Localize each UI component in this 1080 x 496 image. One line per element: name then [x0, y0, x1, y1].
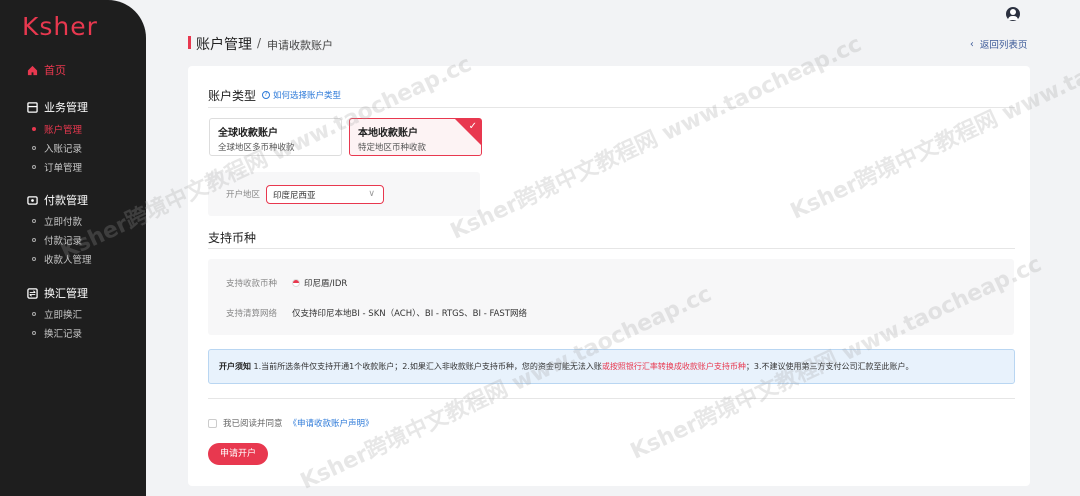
divider — [208, 107, 1015, 108]
breadcrumb-current: 申请收款账户 — [267, 39, 333, 52]
currency-value-text: 印尼盾/IDR — [304, 279, 348, 289]
indonesia-flag-icon — [292, 279, 300, 287]
sidebar-item-label: 首页 — [44, 64, 66, 77]
network-value: 仅支持印尼本地BI - SKN（ACH）、BI - RTGS、BI - FAST… — [292, 309, 527, 319]
divider — [208, 248, 1015, 249]
bullet-icon — [32, 127, 36, 131]
question-icon: ? — [262, 91, 270, 99]
option-name: 全球收款账户 — [218, 128, 278, 139]
sidebar-item-label: 订单管理 — [44, 163, 83, 174]
sidebar-item-payment-records[interactable]: 付款记录 — [32, 233, 82, 247]
sidebar-item-order-management[interactable]: 订单管理 — [32, 160, 82, 174]
notice-title: 开户须知 — [219, 362, 251, 371]
sidebar-item-label: 付款记录 — [44, 236, 83, 247]
account-type-title: 账户类型 — [208, 89, 257, 103]
currency-panel — [208, 259, 1014, 335]
chevron-left-icon: ‹ — [970, 38, 974, 50]
account-type-local-option[interactable]: 本地收款账户 特定地区币种收款 ✓ — [349, 118, 482, 156]
sidebar-item-payee-management[interactable]: 收款人管理 — [32, 252, 92, 266]
sidebar-item-label: 立即换汇 — [44, 310, 83, 321]
grid-icon — [27, 101, 38, 113]
region-label: 开户地区 — [226, 190, 261, 200]
bullet-icon — [32, 238, 36, 242]
bullet-icon — [32, 257, 36, 261]
network-label: 支持清算网络 — [226, 309, 278, 319]
agreement-checkbox[interactable] — [208, 418, 217, 428]
chevron-down-icon: ∨ — [368, 189, 375, 199]
back-to-list-link[interactable]: ‹ 返回列表页 — [970, 37, 1028, 52]
sidebar-item-deposit-records[interactable]: 入账记录 — [32, 141, 82, 155]
sidebar-item-exchange-records[interactable]: 换汇记录 — [32, 326, 82, 340]
breadcrumb-separator: / — [257, 36, 262, 50]
currency-title: 支持币种 — [208, 231, 257, 245]
option-desc: 全球地区多币种收款 — [218, 143, 295, 153]
sidebar-item-home[interactable]: 首页 — [27, 62, 66, 78]
sidebar-item-label: 账户管理 — [44, 125, 83, 136]
agreement-link[interactable]: 《申请收款账户声明》 — [289, 417, 374, 429]
sidebar-group-label: 换汇管理 — [44, 287, 88, 300]
notice-warning: 或按照银行汇率转换成收款账户支持币种 — [601, 362, 746, 371]
notice-text-2: ；3.不建议使用第三方支付公司汇款至此账户。 — [745, 362, 914, 371]
sidebar-group-payment[interactable]: 付款管理 — [27, 192, 88, 208]
agreement-row: 我已阅读并同意 《申请收款账户声明》 — [208, 417, 374, 429]
agreement-text: 我已阅读并同意 — [223, 419, 283, 429]
home-icon — [27, 65, 38, 75]
exchange-icon — [27, 287, 38, 299]
bullet-icon — [32, 331, 36, 335]
sidebar-group-label: 付款管理 — [44, 194, 88, 207]
sidebar-item-label: 立即付款 — [44, 217, 83, 228]
bullet-icon — [32, 312, 36, 316]
account-notice: 开户须知 1.当前所选条件仅支持开通1个收款账户；2.如果汇入非收款账户支持币种… — [208, 349, 1015, 384]
bullet-icon — [32, 165, 36, 169]
sidebar-item-label: 入账记录 — [44, 144, 83, 155]
sidebar-item-label: 换汇记录 — [44, 329, 83, 340]
help-link-label: 如何选择账户类型 — [273, 91, 342, 101]
account-type-global-option[interactable]: 全球收款账户 全球地区多币种收款 — [209, 118, 342, 156]
region-select[interactable]: 印度尼西亚 ∨ — [266, 185, 384, 204]
bullet-icon — [32, 219, 36, 223]
brand-logo[interactable]: Ksher — [22, 12, 98, 41]
account-type-help-link[interactable]: ? 如何选择账户类型 — [262, 89, 341, 101]
wallet-icon — [27, 195, 38, 205]
sidebar-item-account-management[interactable]: 账户管理 — [32, 122, 82, 136]
page-title: 账户管理 — [196, 37, 252, 53]
currency-label: 支持收款币种 — [226, 279, 278, 289]
check-icon: ✓ — [468, 121, 477, 132]
sidebar-group-label: 业务管理 — [44, 101, 88, 114]
sidebar-item-pay-now[interactable]: 立即付款 — [32, 214, 82, 228]
sidebar-item-exchange-now[interactable]: 立即换汇 — [32, 307, 82, 321]
notice-text-1: 1.当前所选条件仅支持开通1个收款账户；2.如果汇入非收款账户支持币种，您的资金… — [253, 362, 602, 371]
sidebar: Ksher 首页 业务管理 账户管理 入账记录 订单管理 付款管理 立即付款 付… — [0, 0, 146, 496]
currency-value: 印尼盾/IDR — [292, 277, 347, 289]
title-accent-bar — [188, 36, 191, 49]
sidebar-group-business[interactable]: 业务管理 — [27, 99, 88, 115]
bullet-icon — [32, 146, 36, 150]
user-avatar-icon[interactable] — [1006, 7, 1020, 21]
divider — [208, 398, 1015, 399]
region-select-value: 印度尼西亚 — [273, 191, 316, 201]
apply-account-button[interactable]: 申请开户 — [208, 443, 268, 465]
sidebar-item-label: 收款人管理 — [44, 255, 92, 266]
sidebar-group-exchange[interactable]: 换汇管理 — [27, 285, 88, 301]
back-link-label: 返回列表页 — [979, 40, 1028, 51]
